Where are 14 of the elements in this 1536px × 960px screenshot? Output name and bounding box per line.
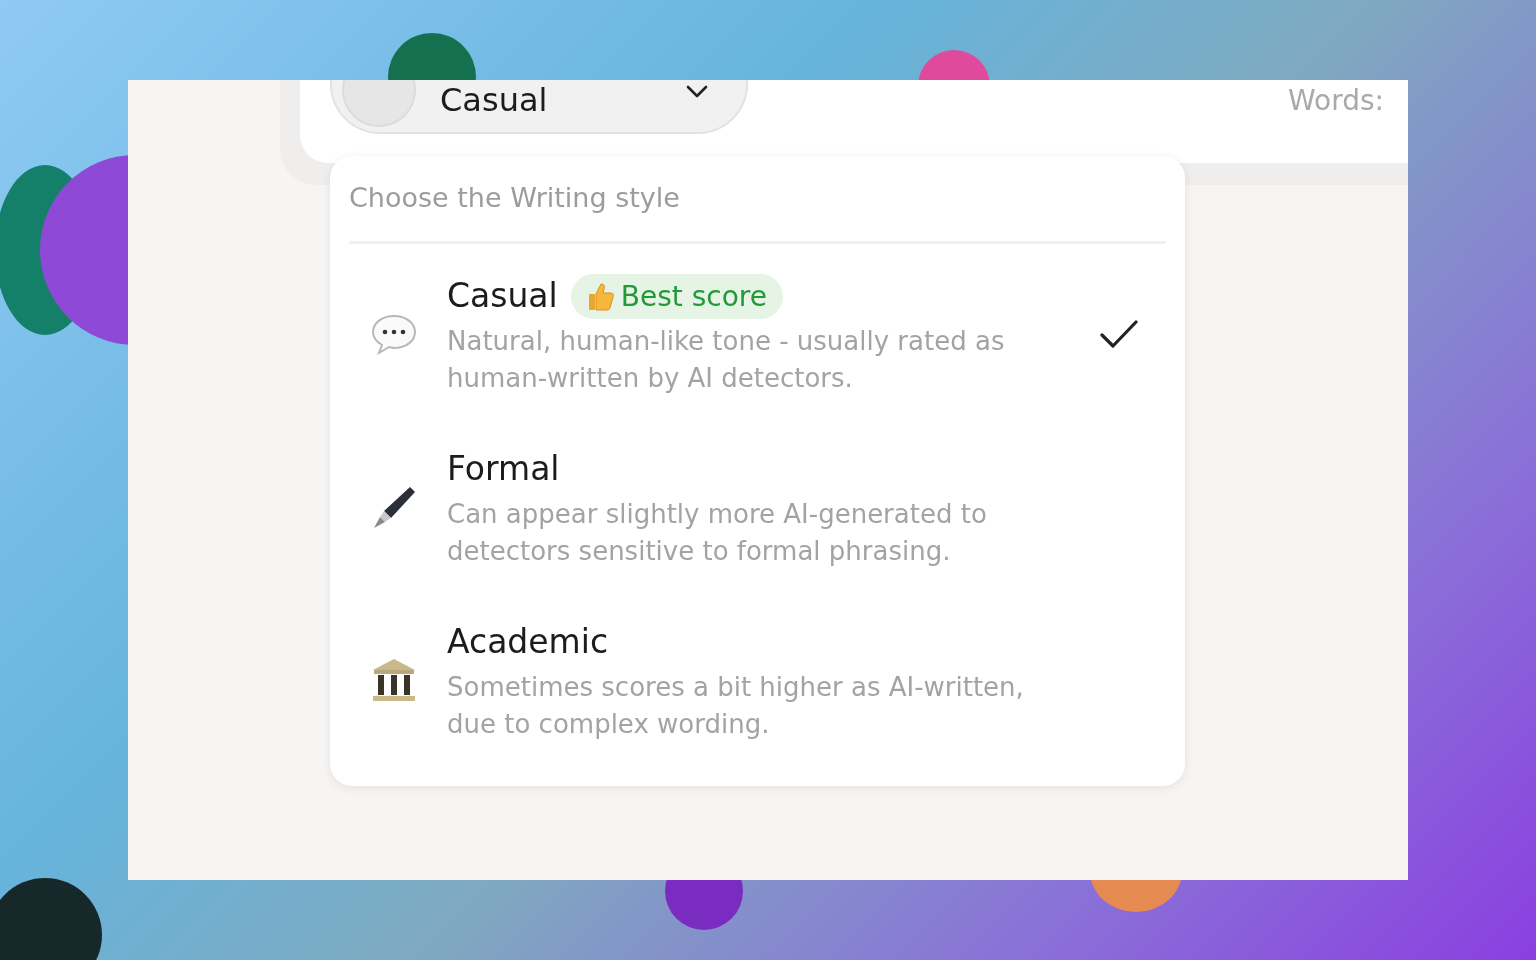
menu-title: Choose the Writing style	[349, 181, 681, 215]
option-title: Formal	[447, 449, 560, 489]
style-dropdown[interactable]: Casual	[330, 80, 748, 134]
style-option[interactable]: Academic Sometimes scores a bit higher as AI-written, due to complex wording.	[349, 593, 1166, 766]
option-description: Sometimes scores a bit higher as AI-written, due to complex wording.	[447, 671, 1025, 741]
option-title: Academic	[447, 622, 609, 662]
option-title: Casual	[447, 276, 558, 316]
style-option[interactable]: Formal Can appear slightly more AI-generated to detectors sensitive to formal phrasing.	[349, 420, 1166, 593]
checkmark-icon	[1100, 318, 1138, 349]
option-description: Natural, human-like tone - usually rated as human-written by AI detectors.	[447, 325, 1006, 395]
best-score-badge: Best score	[570, 273, 783, 319]
option-description: Can appear slightly more AI-generated to detectors sensitive to formal phrasing.	[447, 498, 988, 568]
chevron-down-icon	[686, 85, 708, 99]
word-count: Words:	[1288, 84, 1384, 117]
